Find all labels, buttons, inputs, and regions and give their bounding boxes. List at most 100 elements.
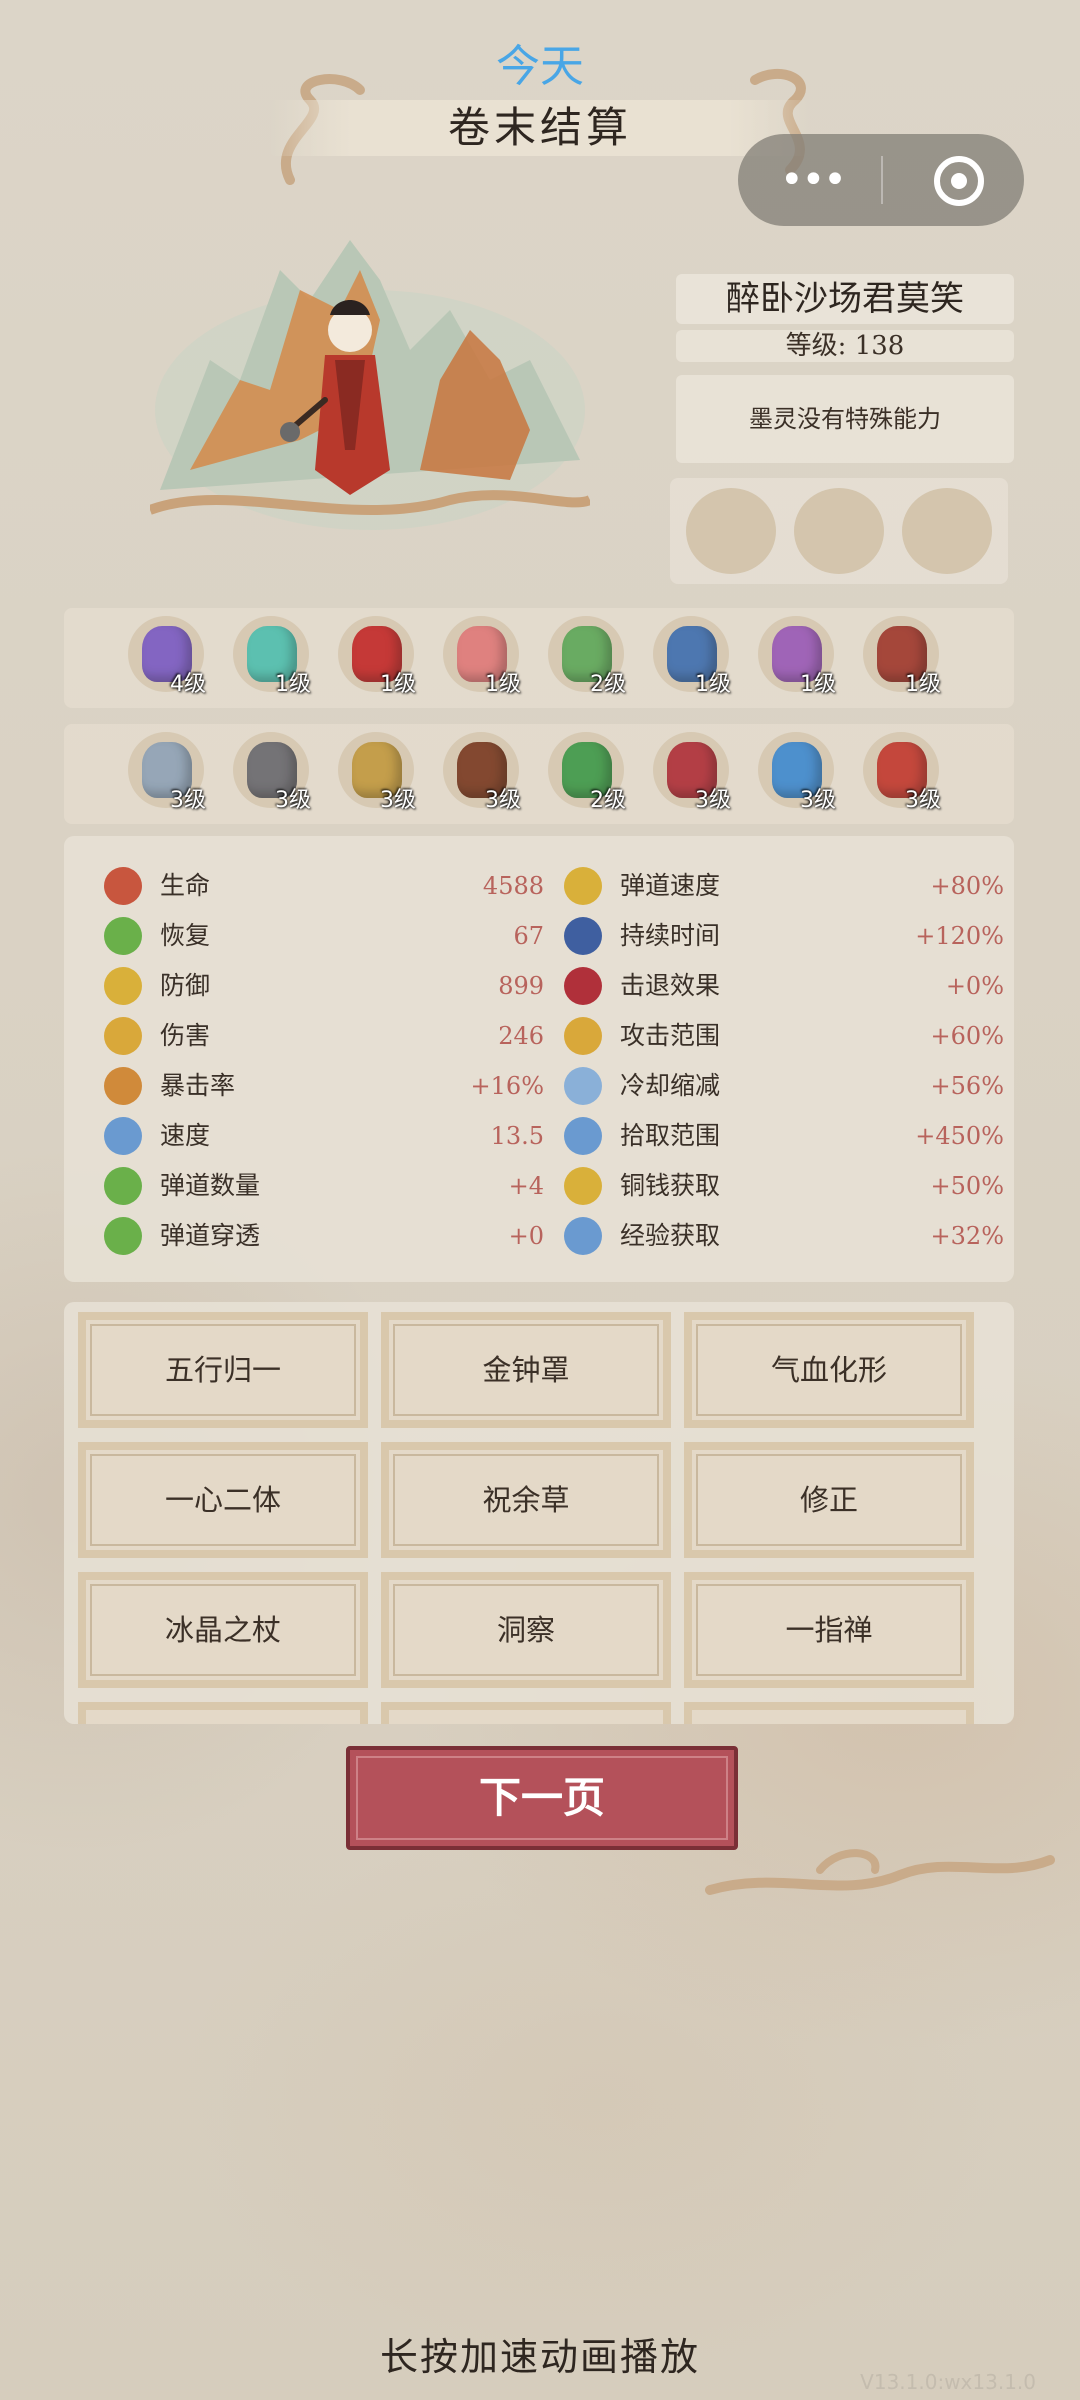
skill-card-partial[interactable]	[78, 1702, 368, 1724]
hourglass-icon	[564, 917, 602, 955]
speed-icon	[104, 1117, 142, 1155]
skill-card[interactable]: 气血化形	[684, 1312, 974, 1428]
skill-card[interactable]: 一心二体	[78, 1442, 368, 1558]
skill-card[interactable]: 洞察	[381, 1572, 671, 1688]
stat-label: 攻击范围	[620, 1021, 721, 1050]
item-slot[interactable]: 1级	[334, 616, 416, 698]
item-level: 2级	[590, 788, 626, 813]
pickup-icon	[564, 1117, 602, 1155]
item-slot[interactable]: 4级	[124, 616, 206, 698]
stat-row: 经验获取 +32%	[564, 1214, 1004, 1255]
skill-card[interactable]: 祝余草	[381, 1442, 671, 1558]
item-level: 4级	[170, 672, 206, 697]
page-title: 卷末结算	[447, 103, 632, 152]
skill-card[interactable]: 五行归一	[78, 1312, 368, 1428]
stat-label: 弹道数量	[160, 1171, 261, 1200]
stat-row: 铜钱获取 +50%	[564, 1164, 1004, 1205]
empty-slot-panel	[670, 478, 1008, 584]
projectile-count-icon	[104, 1167, 142, 1205]
stat-value: +50%	[930, 1172, 1004, 1200]
character-name: 醉卧沙场君莫笑	[676, 274, 1014, 324]
close-miniprogram-icon[interactable]	[934, 156, 984, 206]
stat-label: 弹道速度	[620, 871, 721, 900]
stat-value: +4	[508, 1172, 544, 1200]
item-level: 3级	[695, 788, 731, 813]
item-slot[interactable]: 1级	[754, 616, 836, 698]
stat-row: 暴击率 +16%	[104, 1064, 544, 1105]
item-level: 2级	[590, 672, 626, 697]
stat-label: 铜钱获取	[620, 1171, 721, 1200]
item-slot[interactable]: 2级	[544, 616, 626, 698]
stat-label: 拾取范围	[620, 1121, 721, 1150]
stat-value: +60%	[930, 1022, 1004, 1050]
skill-card-partial[interactable]	[684, 1702, 974, 1724]
stat-value: +56%	[930, 1072, 1004, 1100]
item-level: 1级	[380, 672, 416, 697]
stat-row: 恢复 67	[104, 914, 544, 955]
skill-card-partial[interactable]	[381, 1702, 671, 1724]
stat-label: 恢复	[160, 921, 211, 950]
stat-value: 899	[498, 972, 544, 1000]
item-slot[interactable]: 3级	[334, 732, 416, 814]
page-title-banner: 卷末结算	[270, 100, 810, 156]
item-level: 3级	[485, 788, 521, 813]
next-page-button[interactable]: 下一页	[346, 1746, 738, 1850]
skill-name: 金钟罩	[482, 1353, 570, 1387]
damage-icon	[104, 1017, 142, 1055]
projectile-speed-icon	[564, 867, 602, 905]
character-level: 等级: 138	[676, 330, 1014, 362]
book-icon	[564, 1217, 602, 1255]
capsule-divider	[881, 156, 883, 204]
item-slot[interactable]: 1级	[859, 616, 941, 698]
item-level: 1级	[485, 672, 521, 697]
stat-row: 攻击范围 +60%	[564, 1014, 1004, 1055]
character-ability: 墨灵没有特殊能力	[676, 375, 1014, 463]
skill-card[interactable]: 修正	[684, 1442, 974, 1558]
item-level: 1级	[905, 672, 941, 697]
item-slot[interactable]: 3级	[439, 732, 521, 814]
defense-icon	[104, 967, 142, 1005]
item-slot[interactable]: 3级	[754, 732, 836, 814]
skill-card[interactable]: 金钟罩	[381, 1312, 671, 1428]
item-slot[interactable]: 3级	[859, 732, 941, 814]
item-slot[interactable]: 2级	[544, 732, 626, 814]
stat-value: 67	[513, 922, 544, 950]
miniprogram-capsule: •••	[738, 134, 1024, 226]
skill-card[interactable]: 冰晶之杖	[78, 1572, 368, 1688]
stat-label: 速度	[160, 1121, 211, 1150]
item-slot[interactable]: 3级	[649, 732, 731, 814]
item-level: 1级	[275, 672, 311, 697]
stat-row: 弹道速度 +80%	[564, 864, 1004, 905]
coin-icon	[564, 1167, 602, 1205]
stat-row: 生命 4588	[104, 864, 544, 905]
skill-name: 冰晶之杖	[164, 1613, 281, 1647]
item-slot[interactable]: 3级	[229, 732, 311, 814]
stat-label: 生命	[160, 871, 211, 900]
empty-slot[interactable]	[794, 488, 884, 574]
item-slot[interactable]: 1级	[229, 616, 311, 698]
recover-icon	[104, 917, 142, 955]
more-options-icon[interactable]: •••	[780, 160, 847, 200]
heart-icon	[104, 867, 142, 905]
stat-label: 击退效果	[620, 971, 721, 1000]
empty-slot[interactable]	[902, 488, 992, 574]
item-level: 1级	[695, 672, 731, 697]
stats-panel: 生命 4588 恢复 67 防御 899 伤害 246 暴击率 +16% 速度 13.5 弹道数量 +4 弹…	[64, 836, 1014, 1282]
skill-name: 一心二体	[164, 1483, 281, 1517]
item-slot[interactable]: 3级	[124, 732, 206, 814]
stat-value: +16%	[470, 1072, 544, 1100]
skill-name: 一指禅	[785, 1613, 873, 1647]
skill-name: 洞察	[496, 1613, 555, 1647]
skill-card[interactable]: 一指禅	[684, 1572, 974, 1688]
stat-label: 防御	[160, 971, 211, 1000]
skill-name: 祝余草	[482, 1483, 570, 1517]
item-slot[interactable]: 1级	[439, 616, 521, 698]
stat-value: +450%	[915, 1122, 1004, 1150]
empty-slot[interactable]	[686, 488, 776, 574]
item-level: 1级	[800, 672, 836, 697]
stat-value: 246	[498, 1022, 544, 1050]
item-slot[interactable]: 1级	[649, 616, 731, 698]
skill-name: 修正	[799, 1483, 858, 1517]
crit-icon	[104, 1067, 142, 1105]
stat-row: 防御 899	[104, 964, 544, 1005]
